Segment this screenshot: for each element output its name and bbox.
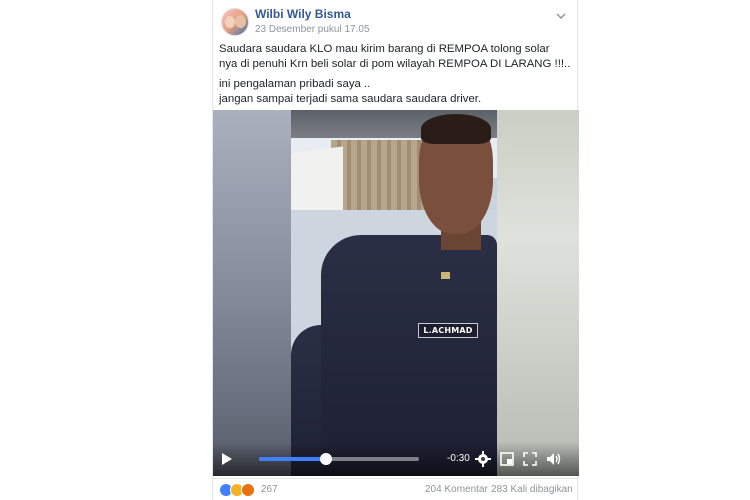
facebook-post: Wilbi Wily Bisma 23 Desember pukul 17.05… [212,0,579,500]
angry-icon [241,483,255,497]
progress-bar[interactable] [259,453,419,465]
video-controls: -0:30 [213,442,579,476]
uniform-name-tag: L.ACHMAD [418,323,478,338]
post-text-paragraph: Saudara saudara KLO mau kirim barang di … [219,43,571,70]
author-name-link[interactable]: Wilbi Wily Bisma [255,7,351,21]
time-remaining: -0:30 [447,453,470,464]
video-frame: L.ACHMAD [291,110,497,476]
play-icon[interactable] [221,452,233,466]
gear-icon[interactable] [475,451,491,467]
uniform-body [321,235,497,476]
video-blur-left [213,110,291,476]
hair [421,114,491,144]
pip-icon[interactable] [500,452,514,466]
progress-fill [259,457,327,461]
fullscreen-icon[interactable] [523,452,537,466]
volume-icon[interactable] [546,452,562,466]
post-footer: 267 204 Komentar 283 Kali dibagikan [213,478,579,500]
shoulder-badge [441,272,450,279]
avatar-face [225,16,235,28]
post-text: Saudara saudara KLO mau kirim barang di … [219,42,571,112]
video-player[interactable]: L.ACHMAD -0:30 [213,110,579,476]
avatar-face [235,15,246,28]
video-blur-right [497,110,579,476]
person-head [419,114,493,234]
chevron-down-icon[interactable] [555,10,567,22]
post-text-paragraph: ini pengalaman pribadi saya .. jangan sa… [219,78,482,105]
progress-knob[interactable] [320,453,333,465]
comment-count[interactable]: 204 Komentar [425,484,488,495]
reaction-count[interactable]: 267 [261,484,278,495]
post-timestamp[interactable]: 23 Desember pukul 17.05 [255,24,370,35]
avatar[interactable] [221,8,249,36]
share-count[interactable]: 283 Kali dibagikan [491,484,573,495]
